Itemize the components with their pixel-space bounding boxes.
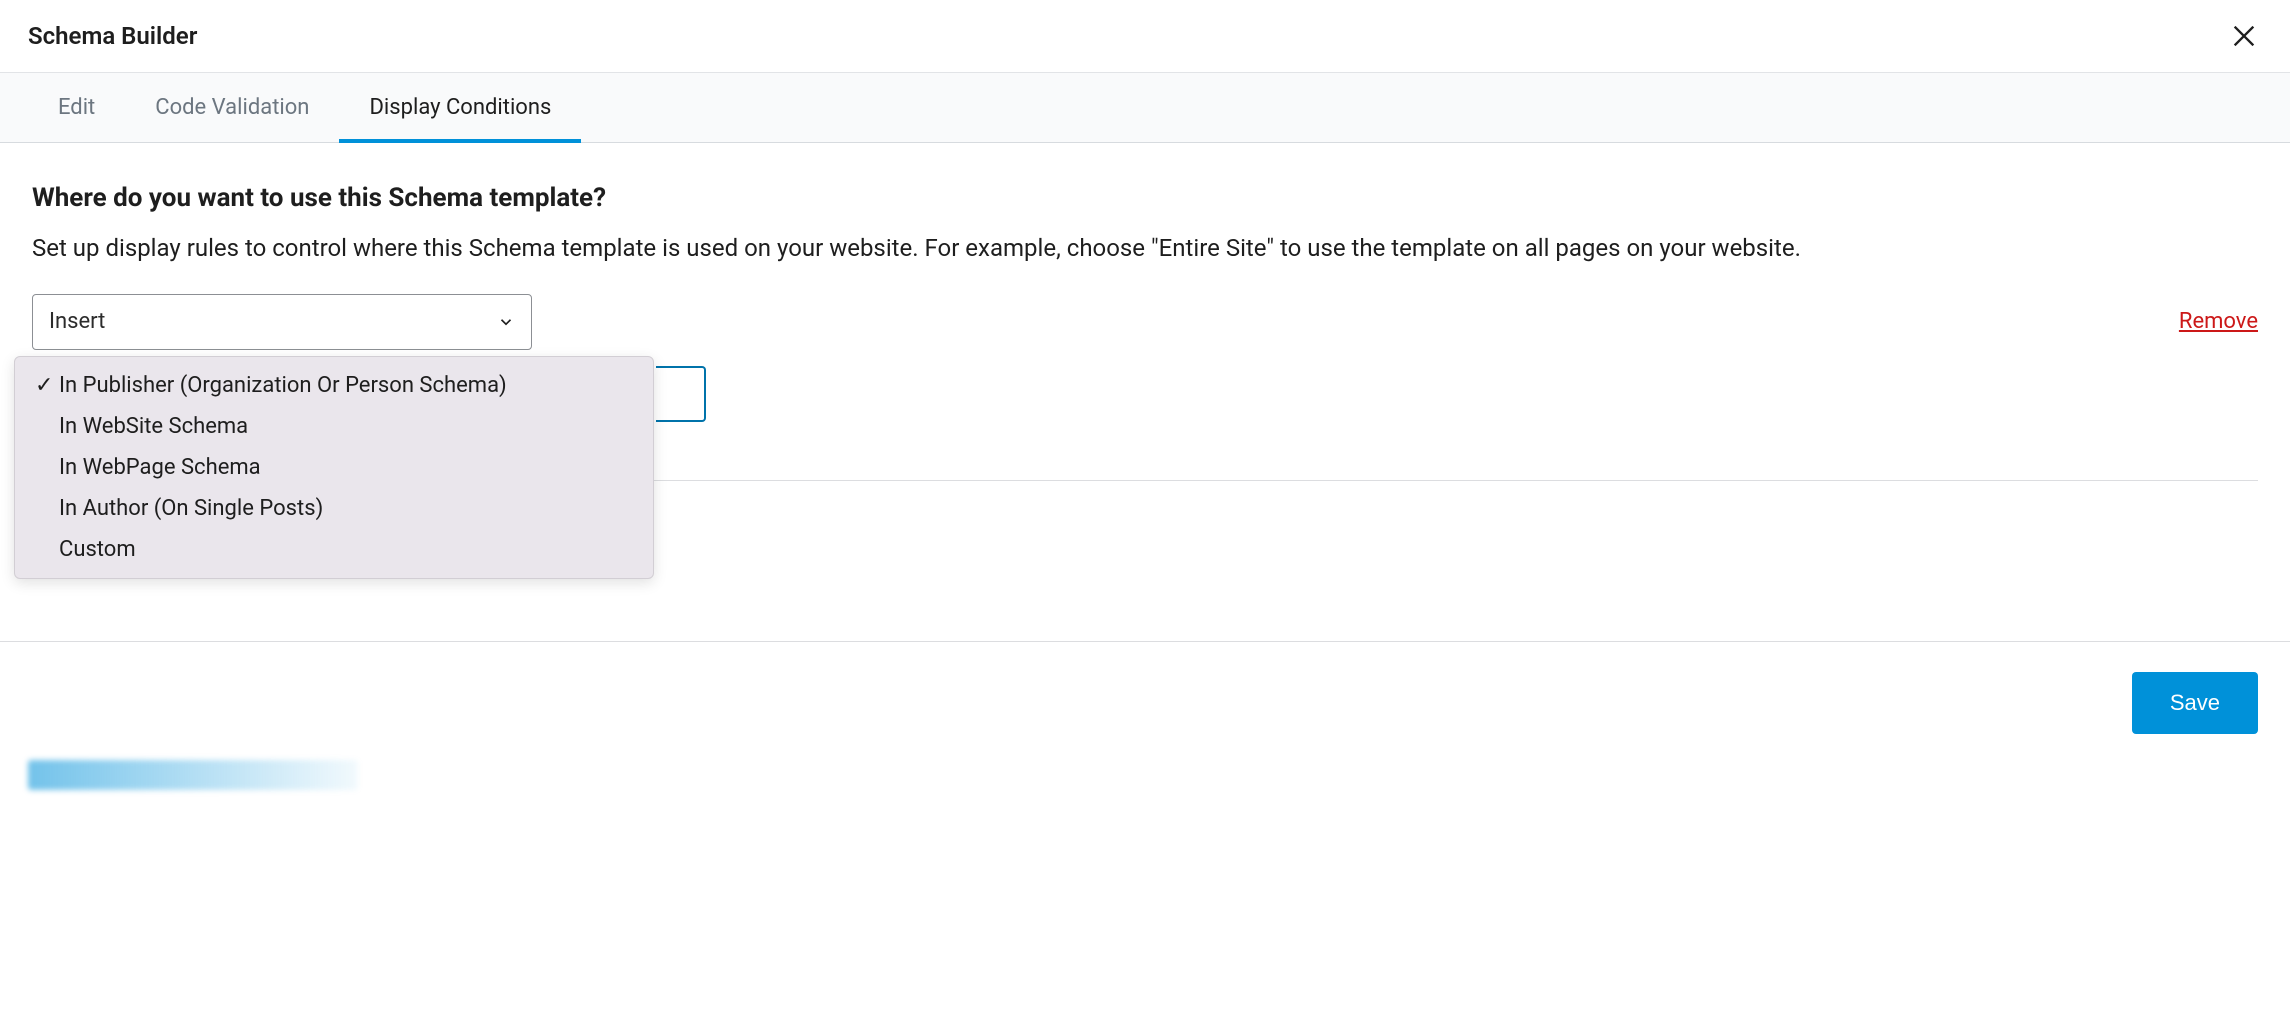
tab-display-conditions[interactable]: Display Conditions — [339, 73, 581, 142]
tab-bar: Edit Code Validation Display Conditions — [0, 73, 2290, 143]
modal-header: Schema Builder — [0, 0, 2290, 73]
condition-select-value: Insert — [49, 309, 105, 334]
dropdown-option-custom[interactable]: Custom — [15, 529, 653, 570]
save-button[interactable]: Save — [2132, 672, 2258, 734]
condition-select[interactable]: Insert — [32, 294, 532, 350]
chevron-down-icon — [497, 313, 515, 331]
check-icon: ✓ — [35, 373, 59, 398]
dropdown-option-label: In WebPage Schema — [59, 455, 261, 480]
tab-code-validation[interactable]: Code Validation — [125, 73, 339, 142]
close-icon — [2230, 22, 2258, 50]
dropdown-option-label: Custom — [59, 537, 136, 562]
dropdown-option-label: In Publisher (Organization Or Person Sch… — [59, 373, 507, 398]
modal-title: Schema Builder — [28, 22, 197, 50]
dropdown-option-author[interactable]: In Author (On Single Posts) — [15, 488, 653, 529]
section-description: Set up display rules to control where th… — [32, 231, 2258, 266]
section-heading: Where do you want to use this Schema tem… — [32, 183, 2258, 213]
secondary-select-outline — [656, 366, 706, 422]
footer: Save — [0, 642, 2290, 774]
dropdown-option-publisher[interactable]: ✓ In Publisher (Organization Or Person S… — [15, 365, 653, 406]
dropdown-option-webpage[interactable]: In WebPage Schema — [15, 447, 653, 488]
close-button[interactable] — [2226, 18, 2262, 54]
obscured-button-area — [28, 760, 358, 790]
dropdown-option-label: In Author (On Single Posts) — [59, 496, 323, 521]
remove-link[interactable]: Remove — [2179, 309, 2258, 334]
tab-edit[interactable]: Edit — [28, 73, 125, 142]
dropdown-option-label: In WebSite Schema — [59, 414, 248, 439]
rule-row: Insert ✓ In Publisher (Organization Or P… — [32, 294, 2258, 350]
dropdown-option-website[interactable]: In WebSite Schema — [15, 406, 653, 447]
condition-dropdown: ✓ In Publisher (Organization Or Person S… — [14, 356, 654, 579]
condition-select-wrap: Insert ✓ In Publisher (Organization Or P… — [32, 294, 532, 350]
content-area: Where do you want to use this Schema tem… — [0, 143, 2290, 481]
